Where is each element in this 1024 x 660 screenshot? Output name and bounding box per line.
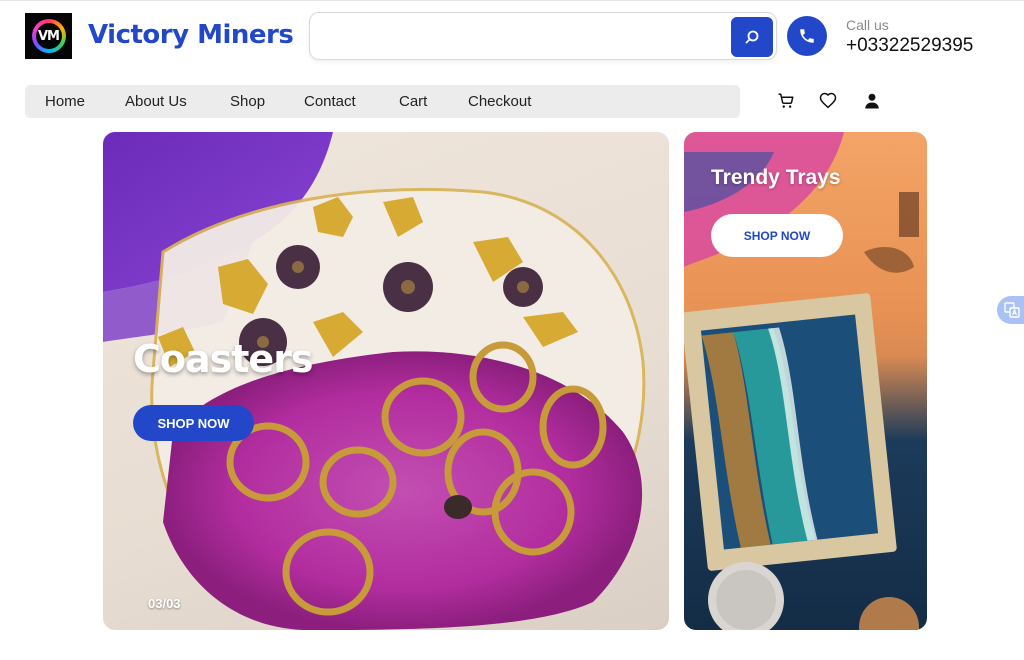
hero-slide-coasters[interactable] xyxy=(103,132,669,630)
search-bar xyxy=(309,12,777,60)
nav-item-cart[interactable]: Cart xyxy=(399,93,427,110)
nav-item-shop[interactable]: Shop xyxy=(230,93,265,110)
cart-icon[interactable] xyxy=(776,91,796,111)
nav-item-home[interactable]: Home xyxy=(45,93,85,110)
trays-product-image xyxy=(684,132,919,630)
slide-counter: 03/03 xyxy=(148,596,181,611)
search-button[interactable] xyxy=(731,17,773,57)
main-nav: Home About Us Shop Contact Cart Checkout xyxy=(25,85,740,118)
search-input[interactable] xyxy=(322,23,722,51)
top-divider xyxy=(0,0,1024,1)
translate-widget[interactable] xyxy=(997,296,1024,324)
coasters-product-image xyxy=(103,132,646,630)
shop-now-trays-button[interactable]: SHOP NOW xyxy=(711,214,843,257)
shop-now-coasters-button[interactable]: SHOP NOW xyxy=(133,405,254,441)
nav-item-contact[interactable]: Contact xyxy=(304,93,356,110)
nav-item-checkout[interactable]: Checkout xyxy=(468,93,531,110)
hero-slide-trays[interactable] xyxy=(684,132,927,630)
user-icon[interactable] xyxy=(862,91,882,111)
brand-name[interactable]: Victory Miners xyxy=(88,20,294,50)
phone-number[interactable]: +03322529395 xyxy=(846,35,973,57)
nav-item-about-us[interactable]: About Us xyxy=(125,93,187,110)
hero-title-trays: Trendy Trays xyxy=(711,166,841,189)
hero-title-coasters: Coasters xyxy=(133,337,314,381)
call-us-label: Call us xyxy=(846,17,889,33)
search-icon xyxy=(745,30,759,44)
heart-icon[interactable] xyxy=(818,91,838,111)
phone-button[interactable] xyxy=(787,16,827,56)
phone-icon xyxy=(800,29,814,43)
translate-icon xyxy=(1004,302,1020,318)
logo[interactable]: VM xyxy=(25,13,72,59)
logo-mark: VM xyxy=(35,23,62,49)
